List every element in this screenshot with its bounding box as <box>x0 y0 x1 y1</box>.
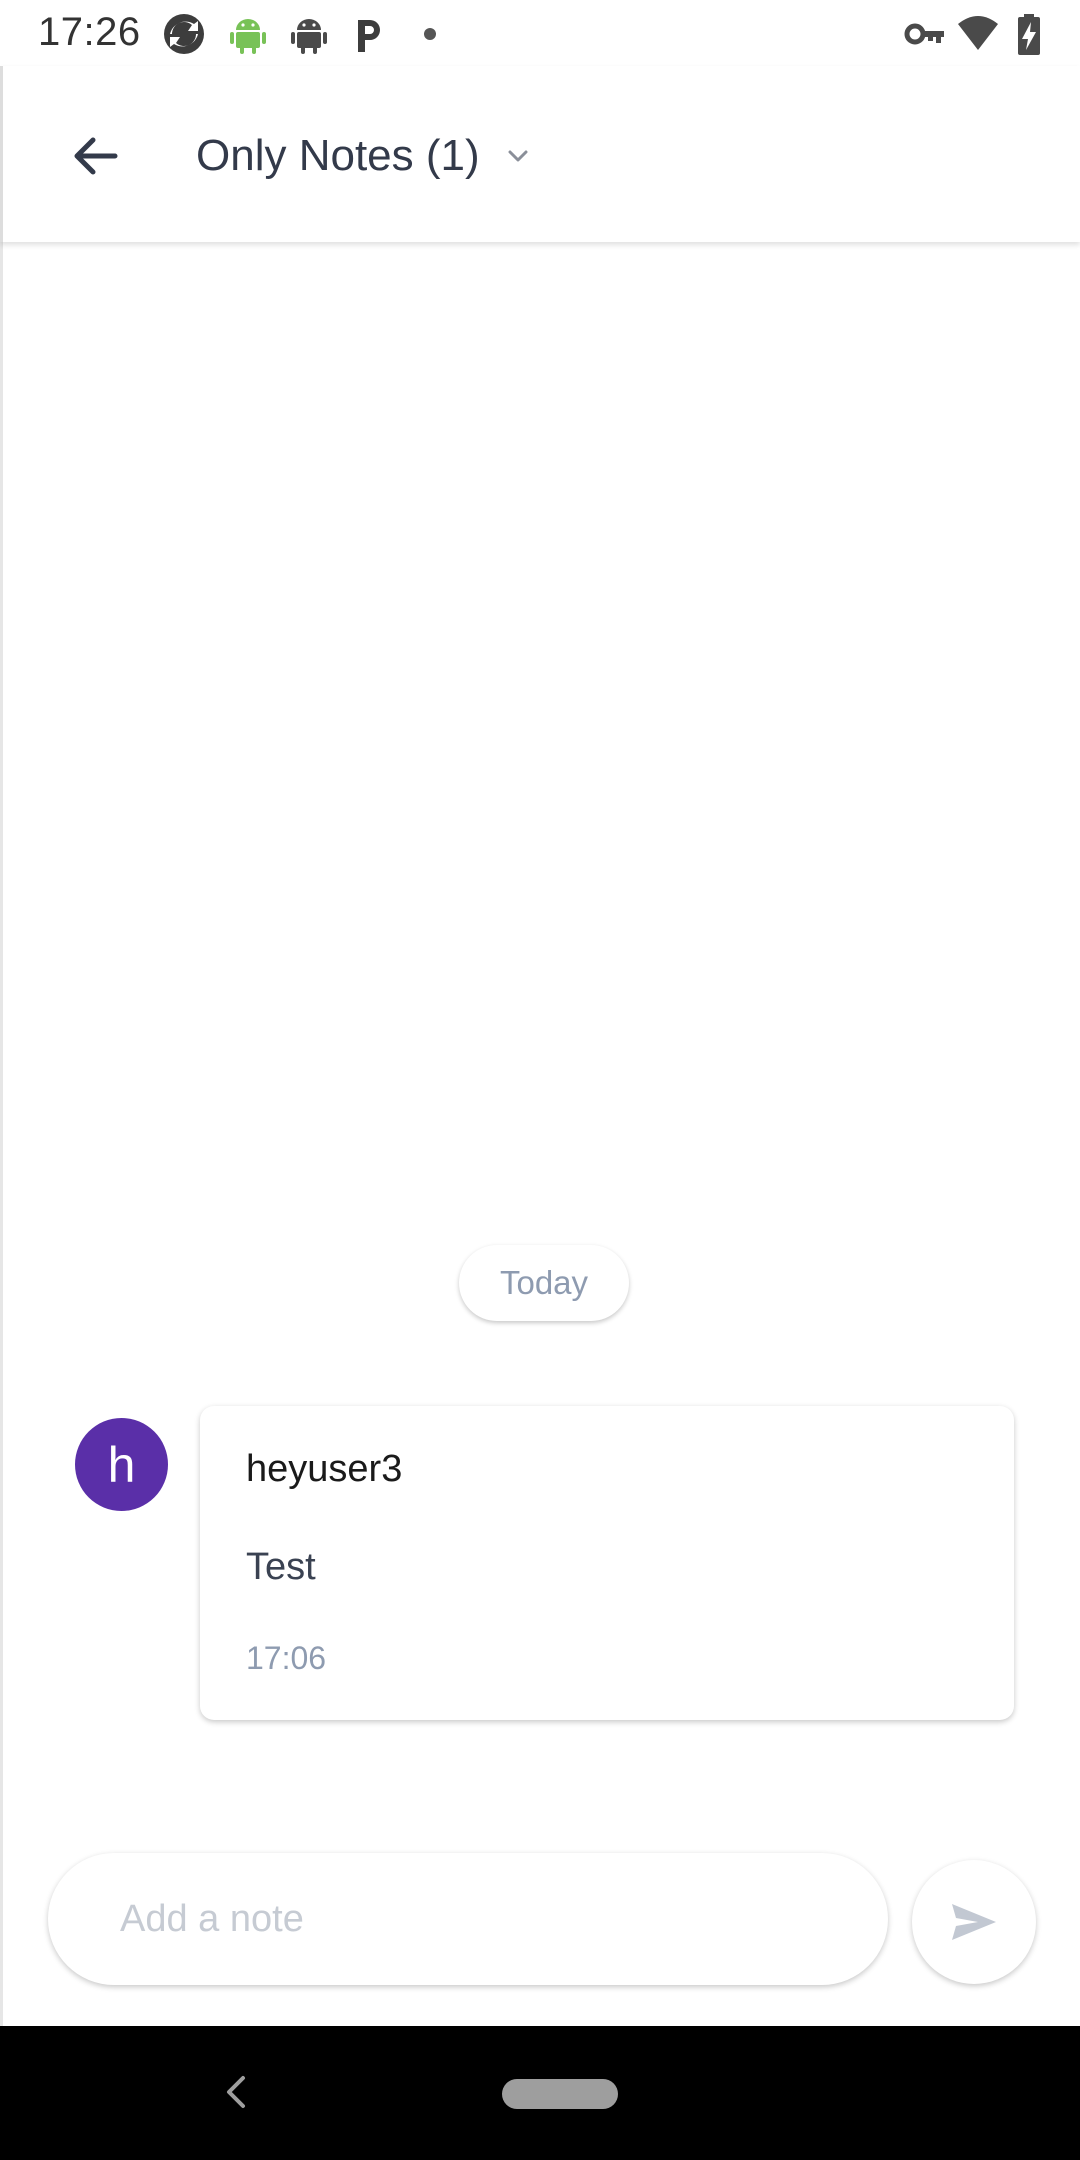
chevron-down-icon <box>504 142 532 170</box>
screen: 17:26 Only Notes (1) Today h heyuser3 Te… <box>0 0 1080 2160</box>
dot-icon <box>410 12 454 56</box>
date-separator: Today <box>459 1245 629 1321</box>
send-icon <box>952 1904 996 1940</box>
back-button[interactable] <box>53 114 137 198</box>
sync-icon <box>162 12 206 56</box>
notes-filter-dropdown[interactable]: Only Notes (1) <box>196 126 532 186</box>
add-note-field[interactable] <box>48 1853 888 1985</box>
status-bar: 17:26 <box>0 0 1080 66</box>
battery-charging-icon <box>1008 12 1052 56</box>
nav-back-icon <box>227 2076 245 2108</box>
note-card[interactable]: heyuser3 Test 17:06 <box>200 1406 1014 1720</box>
note-text: Test <box>246 1546 316 1588</box>
arrow-back-icon <box>74 137 118 175</box>
p-app-icon <box>346 12 390 56</box>
status-time: 17:26 <box>38 10 141 54</box>
add-note-input[interactable] <box>118 1896 888 1942</box>
app-bar: Only Notes (1) <box>0 66 1080 242</box>
android-gray-icon <box>287 12 331 56</box>
android-icon <box>226 12 270 56</box>
system-nav-bar <box>0 2026 1080 2160</box>
note-time: 17:06 <box>246 1640 327 1676</box>
wifi-icon <box>956 12 1000 56</box>
notes-list[interactable]: Today h heyuser3 Test 17:06 <box>0 242 1080 2026</box>
send-button[interactable] <box>912 1860 1036 1984</box>
avatar: h <box>75 1418 168 1511</box>
vpn-key-icon <box>904 12 948 56</box>
note-author: heyuser3 <box>246 1448 403 1490</box>
nav-home-pill[interactable] <box>502 2079 618 2109</box>
page-title: Only Notes (1) <box>196 131 480 180</box>
nav-back-button[interactable] <box>210 2066 262 2118</box>
